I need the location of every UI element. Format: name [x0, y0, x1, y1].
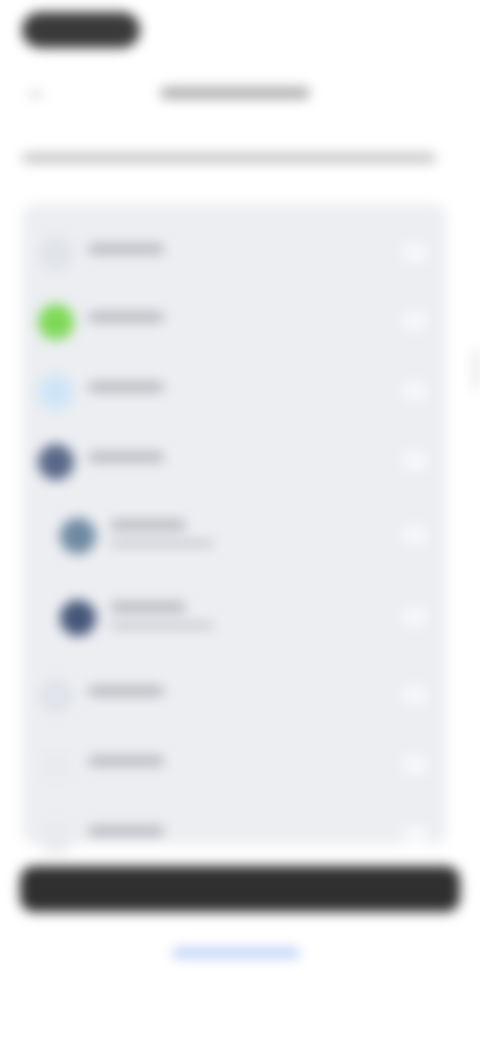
page-title — [160, 80, 320, 104]
list-item-subtext-placeholder — [110, 540, 214, 547]
scroll-indicator[interactable] — [474, 350, 478, 390]
list-item-subtext-placeholder — [110, 622, 214, 629]
list-item[interactable] — [22, 804, 446, 868]
settings-list — [22, 204, 446, 854]
generic-icon — [38, 748, 74, 784]
list-item-toggle[interactable] — [402, 452, 428, 470]
list-item[interactable] — [22, 290, 446, 354]
generic-icon — [38, 818, 74, 854]
list-item[interactable] — [22, 222, 446, 286]
list-item-toggle[interactable] — [402, 382, 428, 400]
generic-icon — [38, 236, 74, 272]
list-item[interactable] — [22, 504, 446, 568]
bottom-bar-button-center[interactable] — [167, 866, 313, 912]
list-item-toggle[interactable] — [402, 826, 428, 844]
page-subtitle — [22, 148, 438, 168]
list-item-toggle[interactable] — [402, 244, 428, 262]
list-item-toggle[interactable] — [402, 686, 428, 704]
app-icon-blue-green — [60, 518, 96, 554]
status-pill — [22, 12, 140, 48]
list-item-label-placeholder — [88, 452, 164, 462]
app-icon-green — [38, 304, 74, 340]
arrow-left-icon: ← — [26, 78, 48, 103]
app-icon-dark-blue — [38, 444, 74, 480]
app-icon-navy — [60, 600, 96, 636]
list-item[interactable] — [22, 586, 446, 650]
list-item-toggle[interactable] — [402, 608, 428, 626]
list-item-label-placeholder — [88, 686, 164, 696]
back-button[interactable]: ← — [24, 78, 50, 104]
app-screen: ← — [0, 0, 480, 1040]
generic-icon — [38, 678, 74, 714]
list-item-label-placeholder — [88, 826, 164, 836]
list-item-label-placeholder — [110, 602, 186, 612]
list-item[interactable] — [22, 734, 446, 798]
app-icon-light-blue — [38, 374, 74, 410]
bottom-action-bar — [20, 866, 460, 912]
list-item-label-placeholder — [110, 520, 186, 530]
list-item[interactable] — [22, 430, 446, 494]
list-item-label-placeholder — [88, 382, 164, 392]
list-item[interactable] — [22, 664, 446, 728]
list-item[interactable] — [22, 360, 446, 424]
list-item-label-placeholder — [88, 756, 164, 766]
bottom-bar-button-right[interactable] — [314, 866, 460, 912]
footer-link[interactable] — [172, 944, 302, 962]
list-item-toggle[interactable] — [402, 756, 428, 774]
list-item-label-placeholder — [88, 312, 164, 322]
list-item-label-placeholder — [88, 244, 164, 254]
bottom-bar-button-left[interactable] — [20, 866, 166, 912]
list-item-toggle[interactable] — [402, 526, 428, 544]
list-item-toggle[interactable] — [402, 312, 428, 330]
